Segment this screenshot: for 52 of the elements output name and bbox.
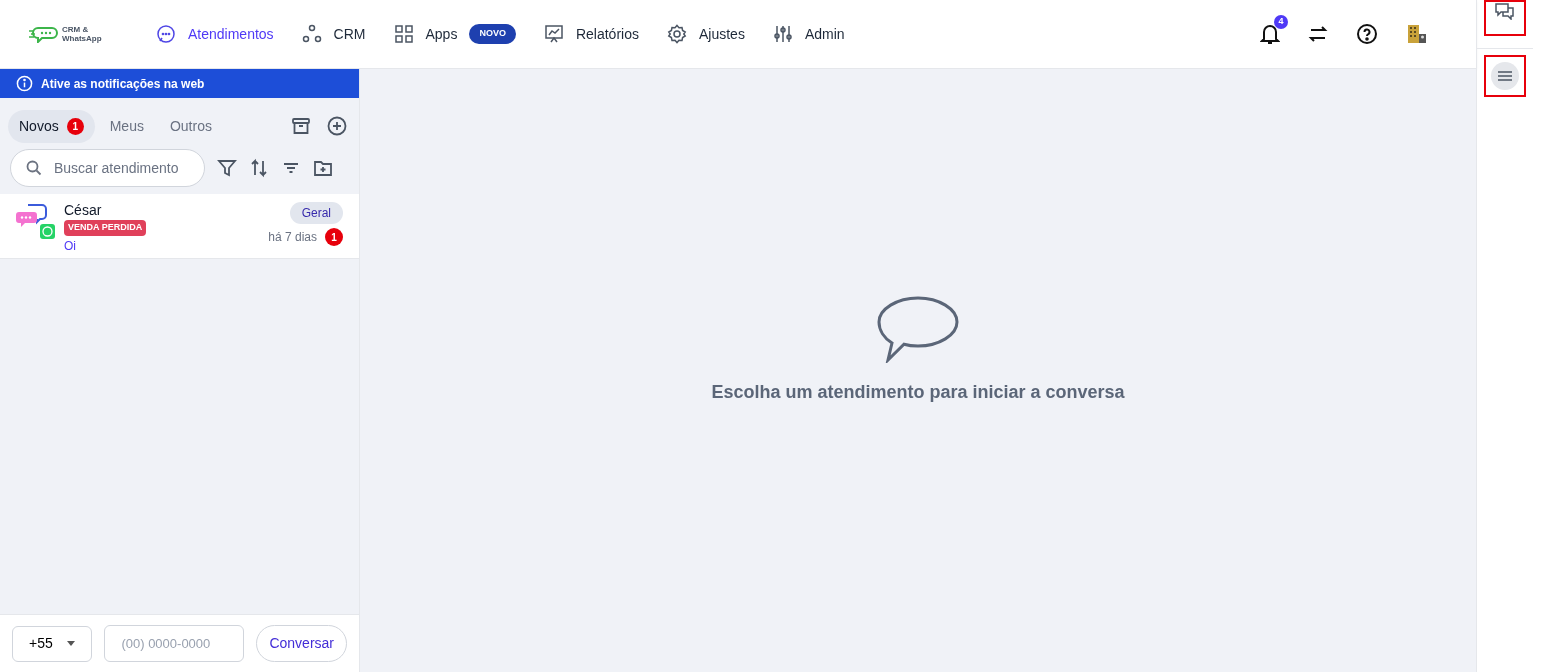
count-badge: 1 — [66, 117, 84, 135]
grid-icon — [393, 24, 414, 44]
tag-label: VENDA PERDIDA — [64, 220, 147, 236]
nav-item[interactable]: Ajustes — [666, 23, 745, 45]
add-circle-icon[interactable] — [327, 116, 347, 136]
country-code-select[interactable]: +55 — [12, 625, 93, 662]
archive-icon[interactable] — [291, 116, 311, 136]
add-folder-icon[interactable] — [313, 158, 333, 178]
tab[interactable]: Meus — [98, 109, 155, 143]
gear-icon — [666, 24, 687, 44]
help-icon[interactable] — [1356, 23, 1378, 45]
phone-input[interactable]: (00) 0000-0000 — [104, 625, 245, 662]
message-preview: Oi — [64, 237, 77, 255]
search-field[interactable]: Buscar atendimento — [10, 149, 205, 187]
nav-item[interactable]: CRM — [301, 23, 366, 45]
search-icon — [26, 160, 42, 176]
timestamp: há 7 dias — [268, 229, 317, 246]
chat-whatsapp-icon — [16, 202, 56, 242]
contact-name: César — [64, 202, 103, 219]
bell-icon — [1260, 23, 1280, 45]
info-icon — [16, 75, 33, 92]
nav-item[interactable]: Apps NOVO — [393, 23, 516, 45]
banner-text: Ative as notificações na web — [41, 75, 205, 93]
conversation-item[interactable]: César VENDA PERDIDA Oi Geral há 7 dias 1 — [0, 194, 359, 259]
chat-bubble-icon — [156, 24, 176, 44]
chat-bubbles-icon[interactable] — [1494, 2, 1516, 20]
tab[interactable]: Novos 1 — [8, 109, 95, 143]
unread-count: 1 — [325, 228, 343, 246]
building-icon[interactable] — [1406, 23, 1428, 45]
notifications-button[interactable]: 4 — [1260, 15, 1288, 45]
queue-badge: Geral — [289, 202, 343, 224]
app-logo[interactable]: CRM & WhatsApp — [28, 25, 128, 43]
sort-icon[interactable] — [249, 158, 269, 178]
swap-arrows-icon[interactable] — [1308, 24, 1328, 44]
nodes-icon — [301, 24, 322, 44]
filter-icon[interactable] — [217, 158, 237, 178]
sliders-icon — [772, 24, 793, 44]
chart-board-icon — [543, 24, 564, 44]
logo-text: CRM & WhatsApp — [62, 25, 103, 43]
speech-bubble-icon — [876, 295, 960, 363]
nav-item[interactable]: Admin — [772, 23, 845, 45]
nav-item[interactable]: Atendimentos — [156, 23, 274, 45]
new-badge: NOVO — [469, 24, 516, 44]
nav-item[interactable]: Relatórios — [543, 23, 639, 45]
chat-logo-icon — [28, 25, 58, 43]
notification-banner[interactable]: Ative as notificações na web — [0, 69, 359, 98]
notification-count: 4 — [1274, 15, 1288, 29]
menu-button[interactable] — [1491, 62, 1519, 90]
menu-icon — [1498, 71, 1512, 81]
empty-state-text: Escolha um atendimento para iniciar a conversa — [711, 381, 1125, 404]
tab[interactable]: Outros — [158, 109, 223, 143]
dropdown-caret-icon — [67, 641, 76, 646]
